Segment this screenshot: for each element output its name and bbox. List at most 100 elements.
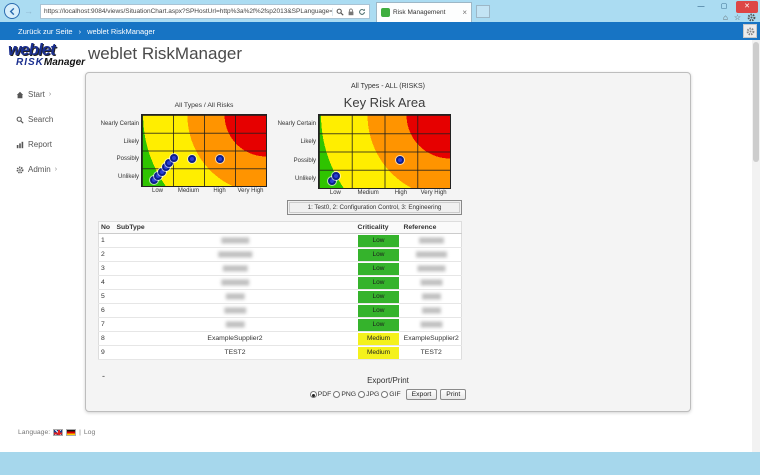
x-axis-label: Very High — [237, 186, 263, 194]
sidebar-item-label: Admin — [28, 165, 51, 174]
address-bar[interactable]: https://localhost:9084/views/SituationCh… — [40, 4, 370, 19]
chart-legend: 1: Test0, 2: Configuration Control, 3: E… — [287, 200, 462, 215]
language-label: Language: — [18, 429, 50, 436]
y-axis-label: Unlikely — [295, 176, 319, 182]
chevron-right-icon: › — [49, 91, 51, 98]
logo-risk: RISK — [16, 57, 44, 68]
print-button[interactable]: Print — [440, 389, 466, 400]
minimize-button[interactable]: — — [690, 1, 712, 13]
risk-data-point[interactable] — [188, 155, 196, 163]
chart-title-key-risk-area: Key Risk Area — [318, 95, 451, 110]
lock-icon — [347, 8, 355, 16]
settings-button[interactable] — [743, 24, 757, 38]
table-cell-value: 2 — [101, 251, 105, 258]
sidebar-item-admin[interactable]: Admin › — [16, 165, 80, 174]
german-flag-icon[interactable] — [66, 429, 76, 436]
gear-icon[interactable] — [747, 13, 756, 22]
column-header-criticality: Criticality — [356, 222, 402, 234]
url-text: https://localhost:9084/views/SituationCh… — [44, 8, 332, 15]
format-label: JPG — [366, 391, 379, 398]
column-header-reference: Reference — [401, 222, 461, 234]
footer-separator: | — [79, 429, 81, 436]
new-tab-button[interactable] — [476, 5, 490, 18]
format-radio-pdf[interactable]: PDF — [310, 391, 332, 398]
log-link[interactable]: Log — [84, 429, 95, 436]
tab-favicon — [381, 8, 390, 17]
back-to-site-link[interactable]: Zurück zur Seite — [18, 27, 73, 36]
sidebar-item-report[interactable]: Report — [16, 140, 80, 149]
breadcrumb-app-name[interactable]: weblet RiskManager — [87, 27, 155, 36]
criticality-badge: Low — [358, 291, 400, 303]
gear-icon — [16, 166, 24, 174]
table-cell-value: █████████ — [418, 266, 445, 272]
radio-icon[interactable] — [333, 391, 340, 398]
table-row[interactable]: 3████████Low█████████ — [99, 262, 462, 276]
format-label: PDF — [318, 391, 332, 398]
format-radio-jpg[interactable]: JPG — [358, 391, 379, 398]
radio-icon[interactable] — [358, 391, 365, 398]
refresh-icon[interactable] — [358, 8, 366, 16]
report-panel: All Types - ALL (RISKS) All Types / All … — [85, 72, 691, 412]
table-row[interactable]: 4█████████Low███████ — [99, 276, 462, 290]
report-subtitle: All Types - ALL (RISKS) — [86, 83, 690, 90]
table-cell-value: ExampleSupplier2 — [404, 335, 459, 342]
table-cell-value: █████████ — [221, 238, 248, 244]
tab-close-icon[interactable]: × — [462, 9, 467, 17]
radio-icon[interactable] — [381, 391, 388, 398]
format-radio-gif[interactable]: GIF — [381, 391, 400, 398]
browser-forward-button[interactable]: → — [24, 6, 33, 16]
star-icon[interactable]: ☆ — [734, 13, 741, 22]
radio-icon[interactable] — [310, 391, 317, 398]
criticality-badge: Low — [358, 249, 400, 261]
x-axis-label: Low — [152, 186, 163, 194]
home-icon[interactable]: ⌂ — [723, 13, 728, 22]
risk-matrix-key-risk-area: Nearly CertainLikelyPossiblyUnlikelyLowM… — [318, 114, 451, 189]
table-row[interactable]: 6███████Low██████ — [99, 304, 462, 318]
table-cell-value: ██████ — [226, 322, 244, 328]
format-radio-png[interactable]: PNG — [333, 391, 356, 398]
risk-data-point[interactable] — [216, 155, 224, 163]
search-icon[interactable] — [336, 8, 344, 16]
table-row[interactable]: 5██████Low██████ — [99, 290, 462, 304]
chart-title-all-types: All Types / All Risks — [141, 102, 267, 109]
risk-data-point[interactable] — [332, 172, 340, 180]
criticality-badge: Low — [358, 319, 400, 331]
tab-title: Risk Management — [393, 9, 459, 16]
format-label: PNG — [341, 391, 356, 398]
table-cell-value: 4 — [101, 279, 105, 286]
table-row[interactable]: 7██████Low███████ — [99, 318, 462, 332]
sidebar-item-start[interactable]: Start › — [16, 90, 80, 99]
column-header-no: No — [99, 222, 115, 234]
maximize-button[interactable]: ▢ — [713, 1, 735, 13]
scrollbar-thumb[interactable] — [753, 42, 759, 162]
export-print-title: Export/Print — [86, 376, 690, 385]
page-scrollbar[interactable] — [752, 40, 760, 452]
criticality-badge: Low — [358, 277, 400, 289]
criticality-badge: Low — [358, 235, 400, 247]
table-row[interactable]: 1█████████Low████████ — [99, 234, 462, 248]
x-axis-label: High — [395, 188, 407, 196]
table-cell-value: 1 — [101, 237, 105, 244]
table-row[interactable]: 2███████████Low██████████ — [99, 248, 462, 262]
table-header-row: No SubType Criticality Reference — [99, 222, 462, 234]
table-cell-value: 9 — [101, 349, 105, 356]
sidebar-item-search[interactable]: Search — [16, 115, 80, 124]
risk-table-body: 1█████████Low████████2███████████Low████… — [99, 234, 462, 360]
risk-data-point[interactable] — [170, 154, 178, 162]
browser-tab[interactable]: Risk Management × — [376, 2, 472, 22]
format-radio-group: PDF PNG JPGGIF — [310, 391, 403, 398]
chevron-right-icon: › — [55, 166, 57, 173]
table-cell-value: 6 — [101, 307, 105, 314]
table-cell-value: █████████ — [221, 280, 248, 286]
logo-manager: Manager — [44, 57, 85, 68]
uk-flag-icon[interactable] — [53, 429, 63, 436]
close-button[interactable]: ✕ — [736, 1, 758, 13]
export-button[interactable]: Export — [406, 389, 438, 400]
table-cell-value: ██████████ — [416, 252, 446, 258]
table-row[interactable]: 9TEST2MediumTEST2 — [99, 346, 462, 360]
table-row[interactable]: 8ExampleSupplier2MediumExampleSupplier2 — [99, 332, 462, 346]
risk-data-point[interactable] — [396, 156, 404, 164]
browser-back-button[interactable] — [4, 3, 20, 19]
sidebar-item-label: Report — [28, 140, 52, 149]
x-axis-label: Very High — [421, 188, 447, 196]
